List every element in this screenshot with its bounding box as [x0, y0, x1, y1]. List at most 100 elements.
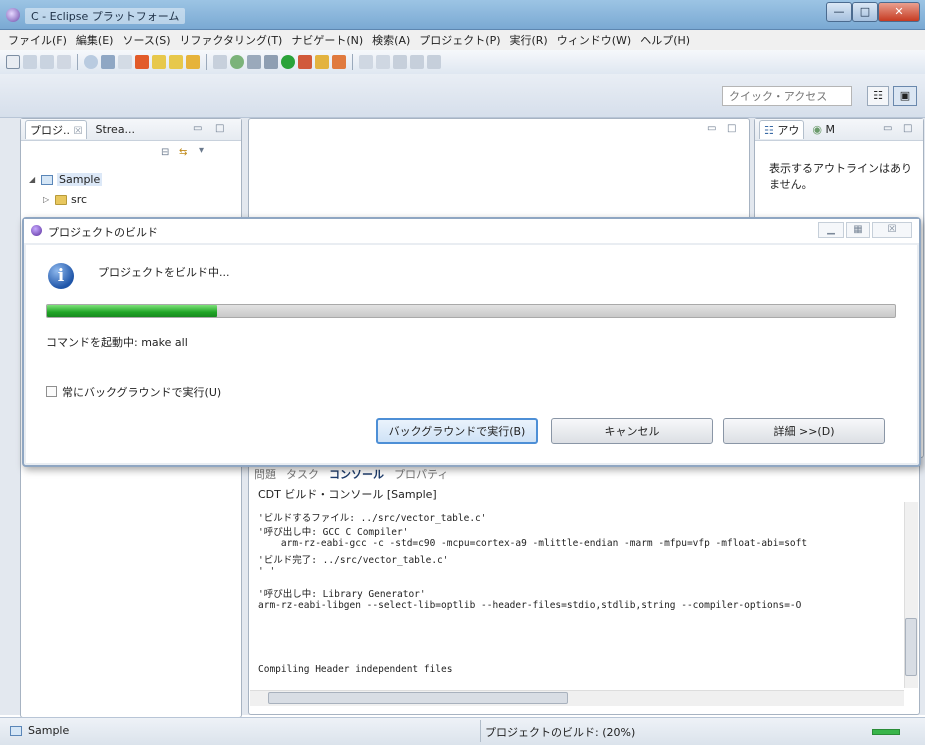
minimize-view-icon[interactable]: ▭ [707, 123, 716, 134]
dialog-maximize-button[interactable]: ▦ [846, 222, 870, 238]
link-editor-icon[interactable]: ⇆ [179, 147, 187, 158]
collapse-all-icon[interactable]: ⊟ [161, 147, 169, 158]
search-icon[interactable] [247, 55, 261, 69]
toolbar-separator [77, 54, 78, 70]
info-icon: i [48, 263, 74, 289]
tab-make-target[interactable]: ◉ M [808, 122, 839, 137]
make-target-icon: ◉ [812, 123, 822, 136]
open-folder-icon[interactable] [315, 55, 329, 69]
tree-item-label: Sample [57, 173, 103, 186]
minimize-view-icon[interactable]: ▭ [193, 123, 202, 134]
tree-item-project[interactable]: ◢ Sample [29, 173, 103, 186]
source-folder-icon [55, 194, 67, 205]
menu-search[interactable]: 検索(A) [372, 32, 410, 48]
prev-annotation-icon[interactable] [376, 55, 390, 69]
status-progress-bar[interactable] [872, 729, 900, 735]
eclipse-icon [6, 8, 20, 22]
close-icon[interactable]: ☒ [74, 126, 83, 137]
build-all-icon[interactable] [118, 55, 132, 69]
status-bar [0, 717, 925, 745]
tab-outline-label: アウ [777, 124, 800, 137]
menu-run[interactable]: 実行(R) [510, 32, 548, 48]
menu-help[interactable]: ヘルプ(H) [640, 32, 690, 48]
cancel-button[interactable]: キャンセル [551, 418, 713, 444]
save-all-icon[interactable] [40, 55, 54, 69]
tab-console[interactable]: コンソール [329, 466, 384, 482]
command-status: コマンドを起動中: make all [46, 336, 188, 349]
maximize-view-icon[interactable]: □ [903, 123, 912, 134]
debug-config-icon[interactable] [84, 55, 98, 69]
next-annotation-icon[interactable] [359, 55, 373, 69]
tree-item-label: src [71, 193, 88, 206]
open-perspective-icon[interactable]: ☷ [867, 86, 889, 106]
console-line: Compiling Header independent files [258, 664, 453, 675]
new-class-icon[interactable] [186, 55, 200, 69]
back-icon[interactable] [393, 55, 407, 69]
always-background-checkbox[interactable] [46, 386, 57, 397]
details-button[interactable]: 詳細 >>(D) [723, 418, 885, 444]
new-folder-icon[interactable] [152, 55, 166, 69]
menu-edit[interactable]: 編集(E) [76, 32, 114, 48]
vertical-scroll-thumb[interactable] [905, 618, 917, 676]
tree-item-src[interactable]: ▷ src [43, 193, 87, 206]
tab-project-explorer[interactable]: プロジ.. ☒ [25, 120, 88, 139]
menu-project[interactable]: プロジェクト(P) [419, 32, 500, 48]
console-title: CDT ビルド・コンソール [Sample] [258, 488, 437, 501]
menu-window[interactable]: ウィンドウ(W) [557, 32, 631, 48]
close-button[interactable]: ✕ [878, 2, 920, 22]
window-title: C - Eclipse プラットフォーム [25, 8, 186, 24]
dialog-close-button[interactable]: ☒ [872, 222, 912, 238]
minimize-button[interactable]: — [826, 2, 852, 22]
always-background-label[interactable]: 常にバックグラウンドで実行(U) [62, 384, 221, 400]
tab-tasks[interactable]: タスク [286, 466, 319, 482]
new-icon[interactable] [6, 55, 20, 69]
maximize-view-icon[interactable]: □ [215, 123, 224, 134]
external-tools-icon[interactable] [298, 55, 312, 69]
tab-properties[interactable]: プロパティ [394, 466, 448, 482]
console-output[interactable]: 'ビルドするファイル: ../src/vector_table.c' '呼び出し… [250, 502, 904, 688]
console-line: ' ' [258, 566, 276, 577]
outline-empty-message: 表示するアウトラインはありません。 [769, 162, 912, 191]
debug-icon[interactable] [230, 55, 244, 69]
expanded-arrow-icon[interactable]: ◢ [29, 175, 37, 184]
c-perspective-icon[interactable]: ▣ [893, 86, 917, 106]
open-type-icon[interactable] [213, 55, 227, 69]
console-line: 'ビルド完了: ../src/vector_table.c' [258, 555, 449, 566]
dialog-title-bar [24, 219, 919, 243]
menu-refactor[interactable]: リファクタリング(T) [179, 32, 282, 48]
dialog-minimize-button[interactable]: ▁ [818, 222, 844, 238]
edit-icon[interactable] [332, 55, 346, 69]
view-menu-icon[interactable]: ▾ [199, 145, 204, 156]
console-tab-row: 問題 タスク コンソール プロパティ [254, 466, 448, 482]
minimize-view-icon[interactable]: ▭ [883, 123, 892, 134]
build-icon[interactable] [101, 55, 115, 69]
tab-project-explorer-label: プロジ.. [30, 124, 70, 137]
menu-source[interactable]: ソース(S) [122, 32, 170, 48]
status-build-progress[interactable]: プロジェクトのビルド: (20%) [485, 724, 635, 740]
run-icon[interactable] [281, 55, 295, 69]
horizontal-scroll-thumb[interactable] [268, 692, 568, 704]
settings-icon[interactable] [264, 55, 278, 69]
collapsed-arrow-icon[interactable]: ▷ [43, 195, 51, 204]
run-in-background-button[interactable]: バックグラウンドで実行(B) [376, 418, 538, 444]
print-icon[interactable] [57, 55, 71, 69]
tab-problems[interactable]: 問題 [254, 466, 276, 482]
toolbar-separator [206, 54, 207, 70]
target-icon[interactable] [135, 55, 149, 69]
tab-make-target-label: M [825, 123, 835, 136]
save-icon[interactable] [23, 55, 37, 69]
maximize-view-icon[interactable]: □ [727, 123, 736, 134]
tab-stream[interactable]: Strea... [91, 122, 139, 137]
last-edit-icon[interactable] [427, 55, 441, 69]
console-line: 'ビルドするファイル: ../src/vector_table.c' [258, 513, 487, 524]
new-source-icon[interactable] [169, 55, 183, 69]
forward-icon[interactable] [410, 55, 424, 69]
console-line: arm-rz-eabi-gcc -c -std=c90 -mcpu=cortex… [258, 538, 808, 549]
menu-navigate[interactable]: ナビゲート(N) [291, 32, 363, 48]
project-icon [10, 726, 22, 736]
menu-file[interactable]: ファイル(F) [8, 32, 67, 48]
maximize-button[interactable]: □ [852, 2, 878, 22]
tab-outline[interactable]: ☷ アウ [759, 120, 805, 139]
project-icon [41, 174, 53, 185]
quick-access-input[interactable] [722, 86, 852, 106]
